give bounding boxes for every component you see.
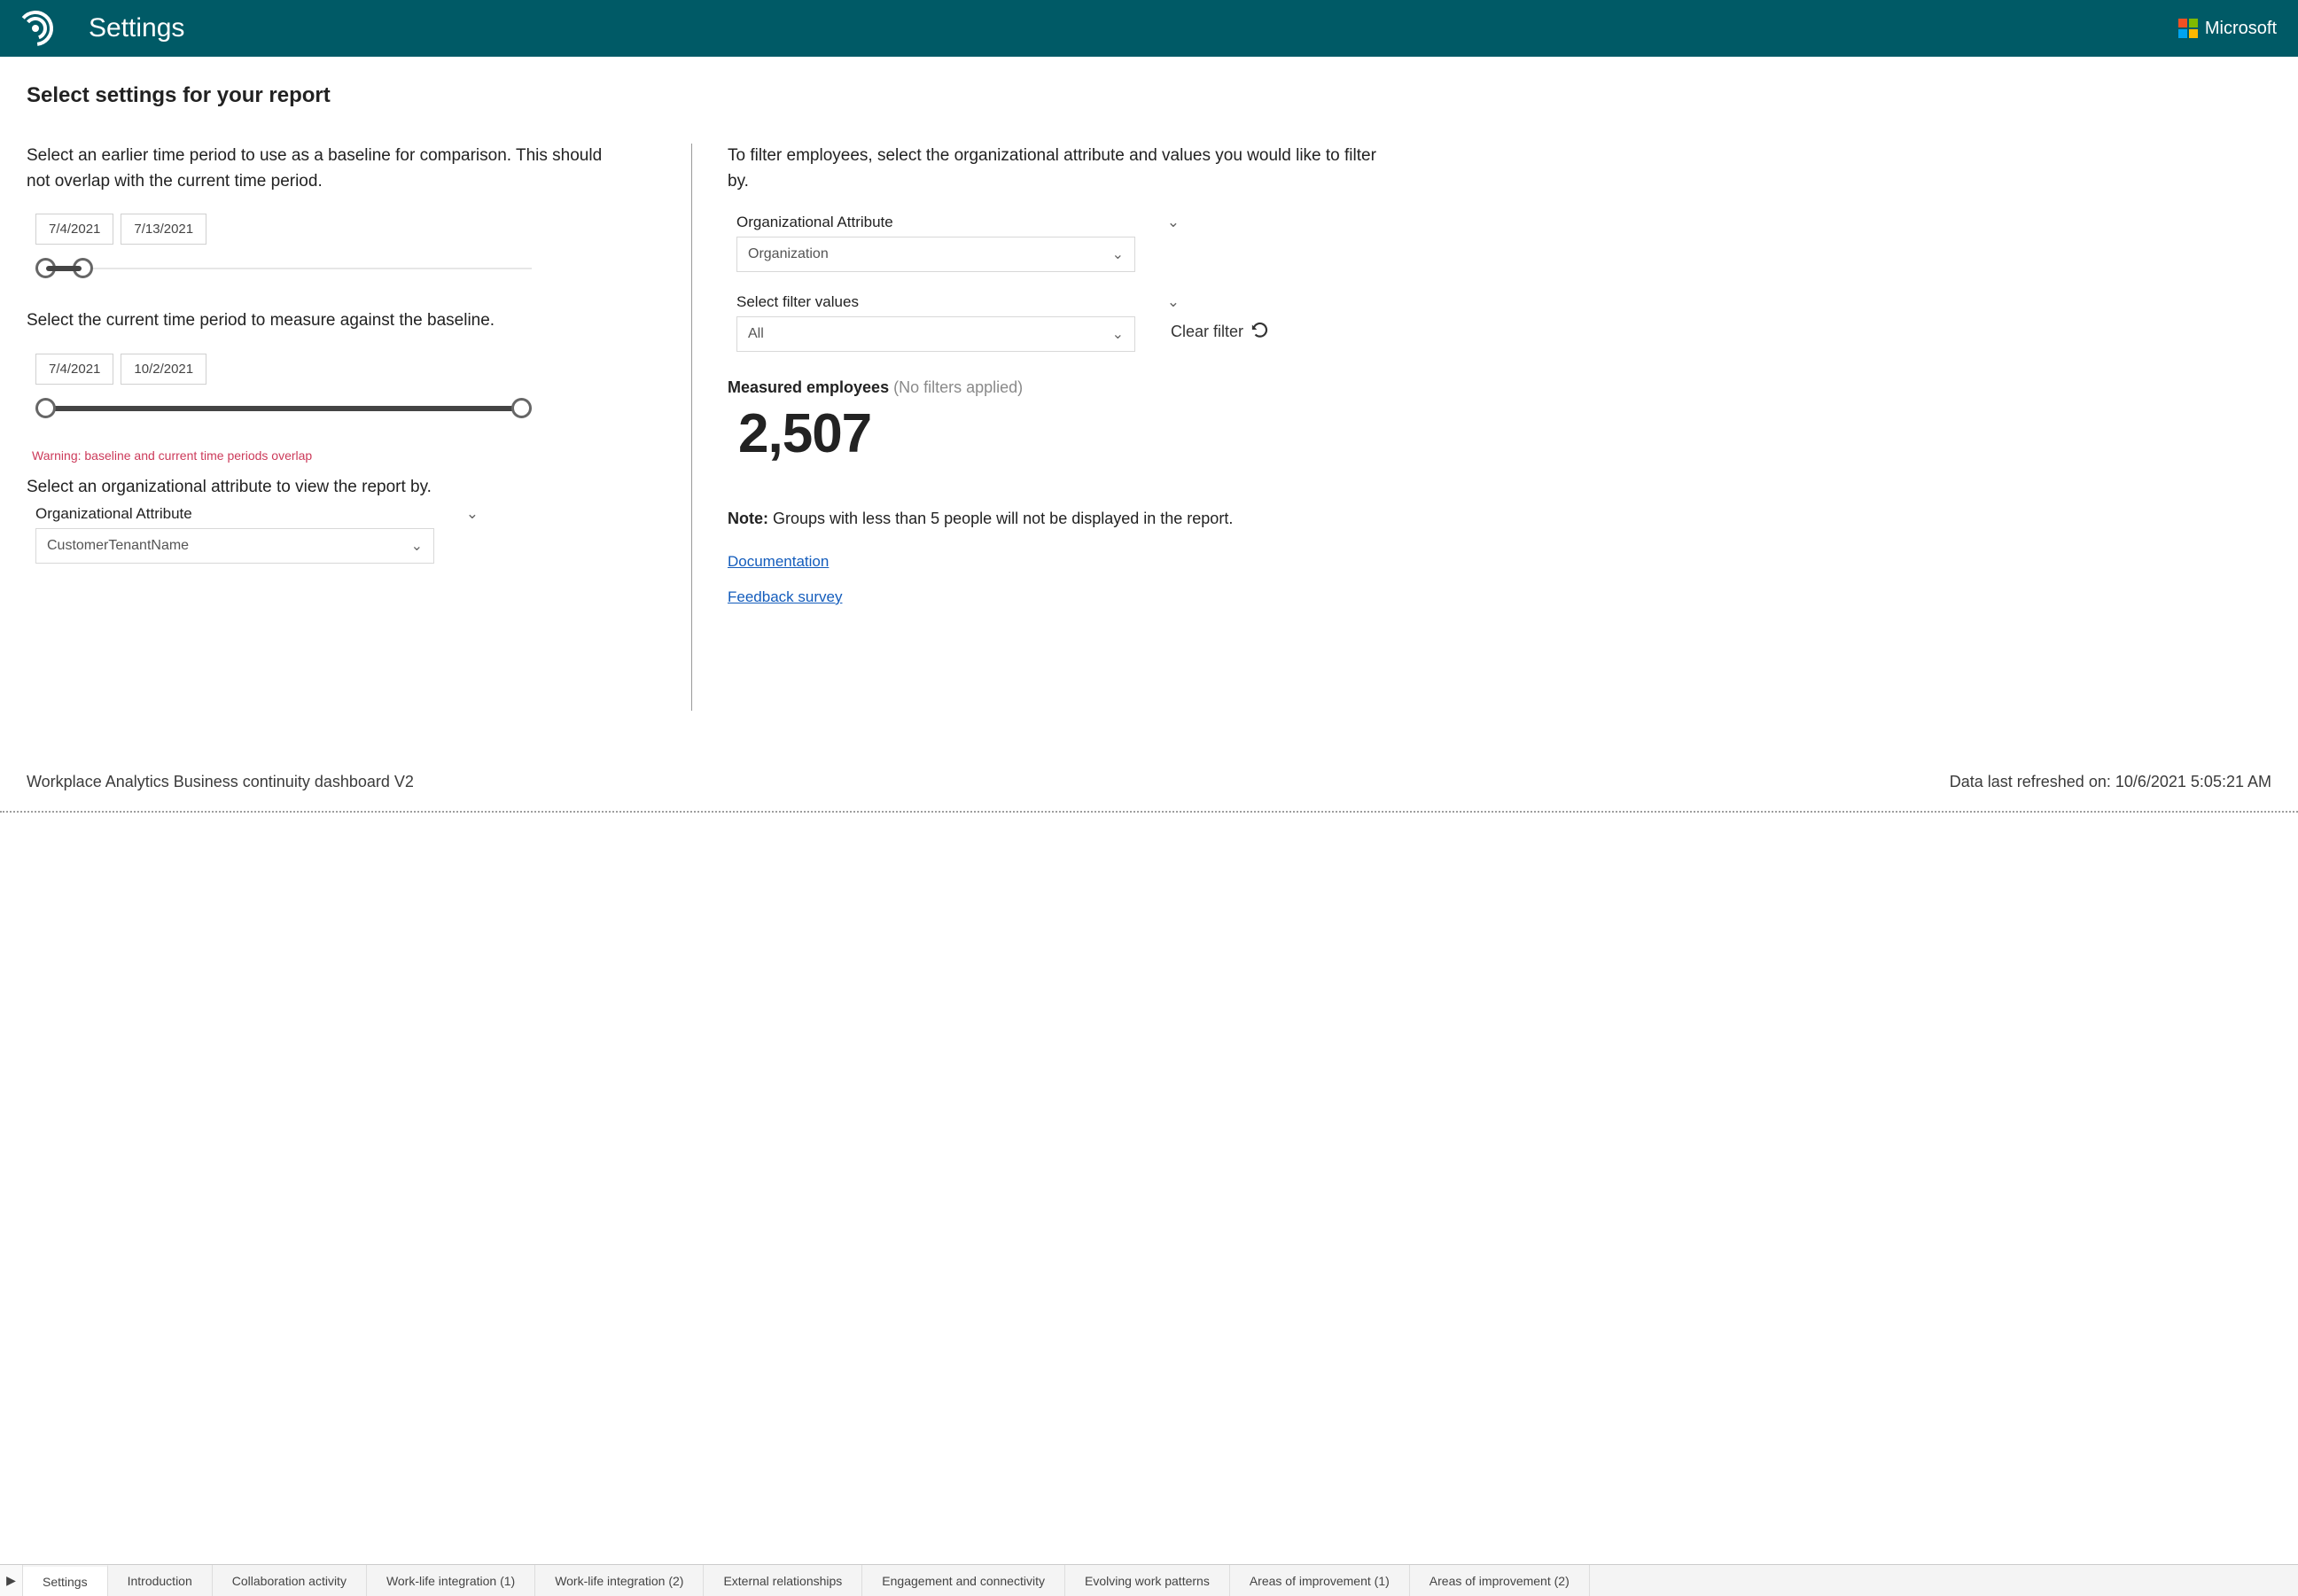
tab-introduction[interactable]: Introduction: [108, 1565, 213, 1596]
baseline-end-date[interactable]: 7/13/2021: [121, 214, 206, 245]
two-column-layout: Select an earlier time period to use as …: [27, 144, 2271, 711]
org-attr-label: Organizational Attribute: [35, 505, 192, 523]
current-date-row: 7/4/2021 10/2/2021: [35, 354, 612, 385]
microsoft-brand-text: Microsoft: [2205, 19, 2277, 39]
filter-values-row: All ⌄ Clear filter: [728, 311, 1392, 352]
footer-info: Workplace Analytics Business continuity …: [0, 773, 2298, 795]
header-left: Settings: [21, 10, 184, 47]
baseline-instruction: Select an earlier time period to use as …: [27, 144, 612, 194]
chevron-down-icon: ⌄: [466, 505, 479, 523]
microsoft-brand: Microsoft: [2178, 19, 2277, 39]
column-divider: [691, 144, 692, 711]
org-attr-label-row[interactable]: Organizational Attribute ⌄: [35, 505, 479, 523]
left-column: Select an earlier time period to use as …: [27, 144, 665, 711]
chevron-down-icon: ⌄: [1112, 325, 1124, 343]
tab-work-life-2[interactable]: Work-life integration (2): [535, 1565, 704, 1596]
current-slider[interactable]: [35, 395, 532, 422]
baseline-date-row: 7/4/2021 7/13/2021: [35, 214, 612, 245]
content: Select settings for your report Select a…: [0, 57, 2298, 720]
tab-evolving-work-patterns[interactable]: Evolving work patterns: [1065, 1565, 1230, 1596]
current-slider-handle-end[interactable]: [511, 398, 532, 418]
filter-values-select[interactable]: All ⌄: [736, 316, 1135, 352]
current-end-date[interactable]: 10/2/2021: [121, 354, 206, 385]
current-slider-handle-start[interactable]: [35, 398, 56, 418]
tab-areas-improvement-2[interactable]: Areas of improvement (2): [1410, 1565, 1590, 1596]
measured-employees-label: Measured employees (No filters applied): [728, 378, 1392, 397]
tab-collaboration-activity[interactable]: Collaboration activity: [213, 1565, 367, 1596]
tab-external-relationships[interactable]: External relationships: [704, 1565, 862, 1596]
clear-filter-label: Clear filter: [1171, 323, 1243, 341]
tab-areas-improvement-1[interactable]: Areas of improvement (1): [1230, 1565, 1410, 1596]
chevron-down-icon: ⌄: [1167, 293, 1180, 311]
measured-employees-value: 2,507: [738, 402, 1392, 465]
app-logo-icon: [21, 10, 58, 47]
filter-org-attr-value: Organization: [748, 246, 829, 262]
tab-settings[interactable]: Settings: [23, 1564, 108, 1596]
page-tabs: ▶ Settings Introduction Collaboration ac…: [0, 1564, 2298, 1596]
tab-engagement-connectivity[interactable]: Engagement and connectivity: [862, 1565, 1065, 1596]
page-title: Settings: [89, 13, 184, 43]
microsoft-logo-icon: [2178, 19, 2198, 38]
documentation-link[interactable]: Documentation: [728, 553, 829, 571]
product-name: Workplace Analytics Business continuity …: [27, 773, 414, 791]
undo-icon: [1250, 320, 1270, 344]
chevron-down-icon: ⌄: [1167, 214, 1180, 231]
tabs-scroll-right-icon[interactable]: ▶: [0, 1565, 23, 1596]
feedback-survey-link[interactable]: Feedback survey: [728, 588, 842, 606]
filter-org-attr-label-row[interactable]: Organizational Attribute ⌄: [736, 214, 1180, 231]
min-group-note: Note: Groups with less than 5 people wil…: [728, 510, 1392, 528]
right-column: To filter employees, select the organiza…: [719, 144, 1392, 711]
clear-filter-button[interactable]: Clear filter: [1171, 320, 1270, 344]
last-refreshed: Data last refreshed on: 10/6/2021 5:05:2…: [1950, 773, 2271, 791]
filter-values-label: Select filter values: [736, 293, 859, 311]
filter-values-label-row[interactable]: Select filter values ⌄: [736, 293, 1180, 311]
current-start-date[interactable]: 7/4/2021: [35, 354, 113, 385]
section-heading: Select settings for your report: [27, 83, 2271, 108]
filter-instruction: To filter employees, select the organiza…: [728, 144, 1392, 194]
app-header: Settings Microsoft: [0, 0, 2298, 57]
filter-org-attr-select[interactable]: Organization ⌄: [736, 237, 1135, 272]
chevron-down-icon: ⌄: [1112, 245, 1124, 263]
chevron-down-icon: ⌄: [411, 537, 423, 555]
filter-values-value: All: [748, 326, 764, 342]
current-instruction: Select the current time period to measur…: [27, 308, 612, 334]
overlap-warning: Warning: baseline and current time perio…: [32, 448, 612, 463]
org-attr-instruction: Select an organizational attribute to vi…: [27, 475, 612, 501]
org-attr-value: CustomerTenantName: [47, 538, 189, 554]
baseline-slider[interactable]: [35, 255, 532, 282]
org-attr-select[interactable]: CustomerTenantName ⌄: [35, 528, 434, 564]
baseline-start-date[interactable]: 7/4/2021: [35, 214, 113, 245]
tab-work-life-1[interactable]: Work-life integration (1): [367, 1565, 535, 1596]
filter-org-attr-label: Organizational Attribute: [736, 214, 893, 231]
